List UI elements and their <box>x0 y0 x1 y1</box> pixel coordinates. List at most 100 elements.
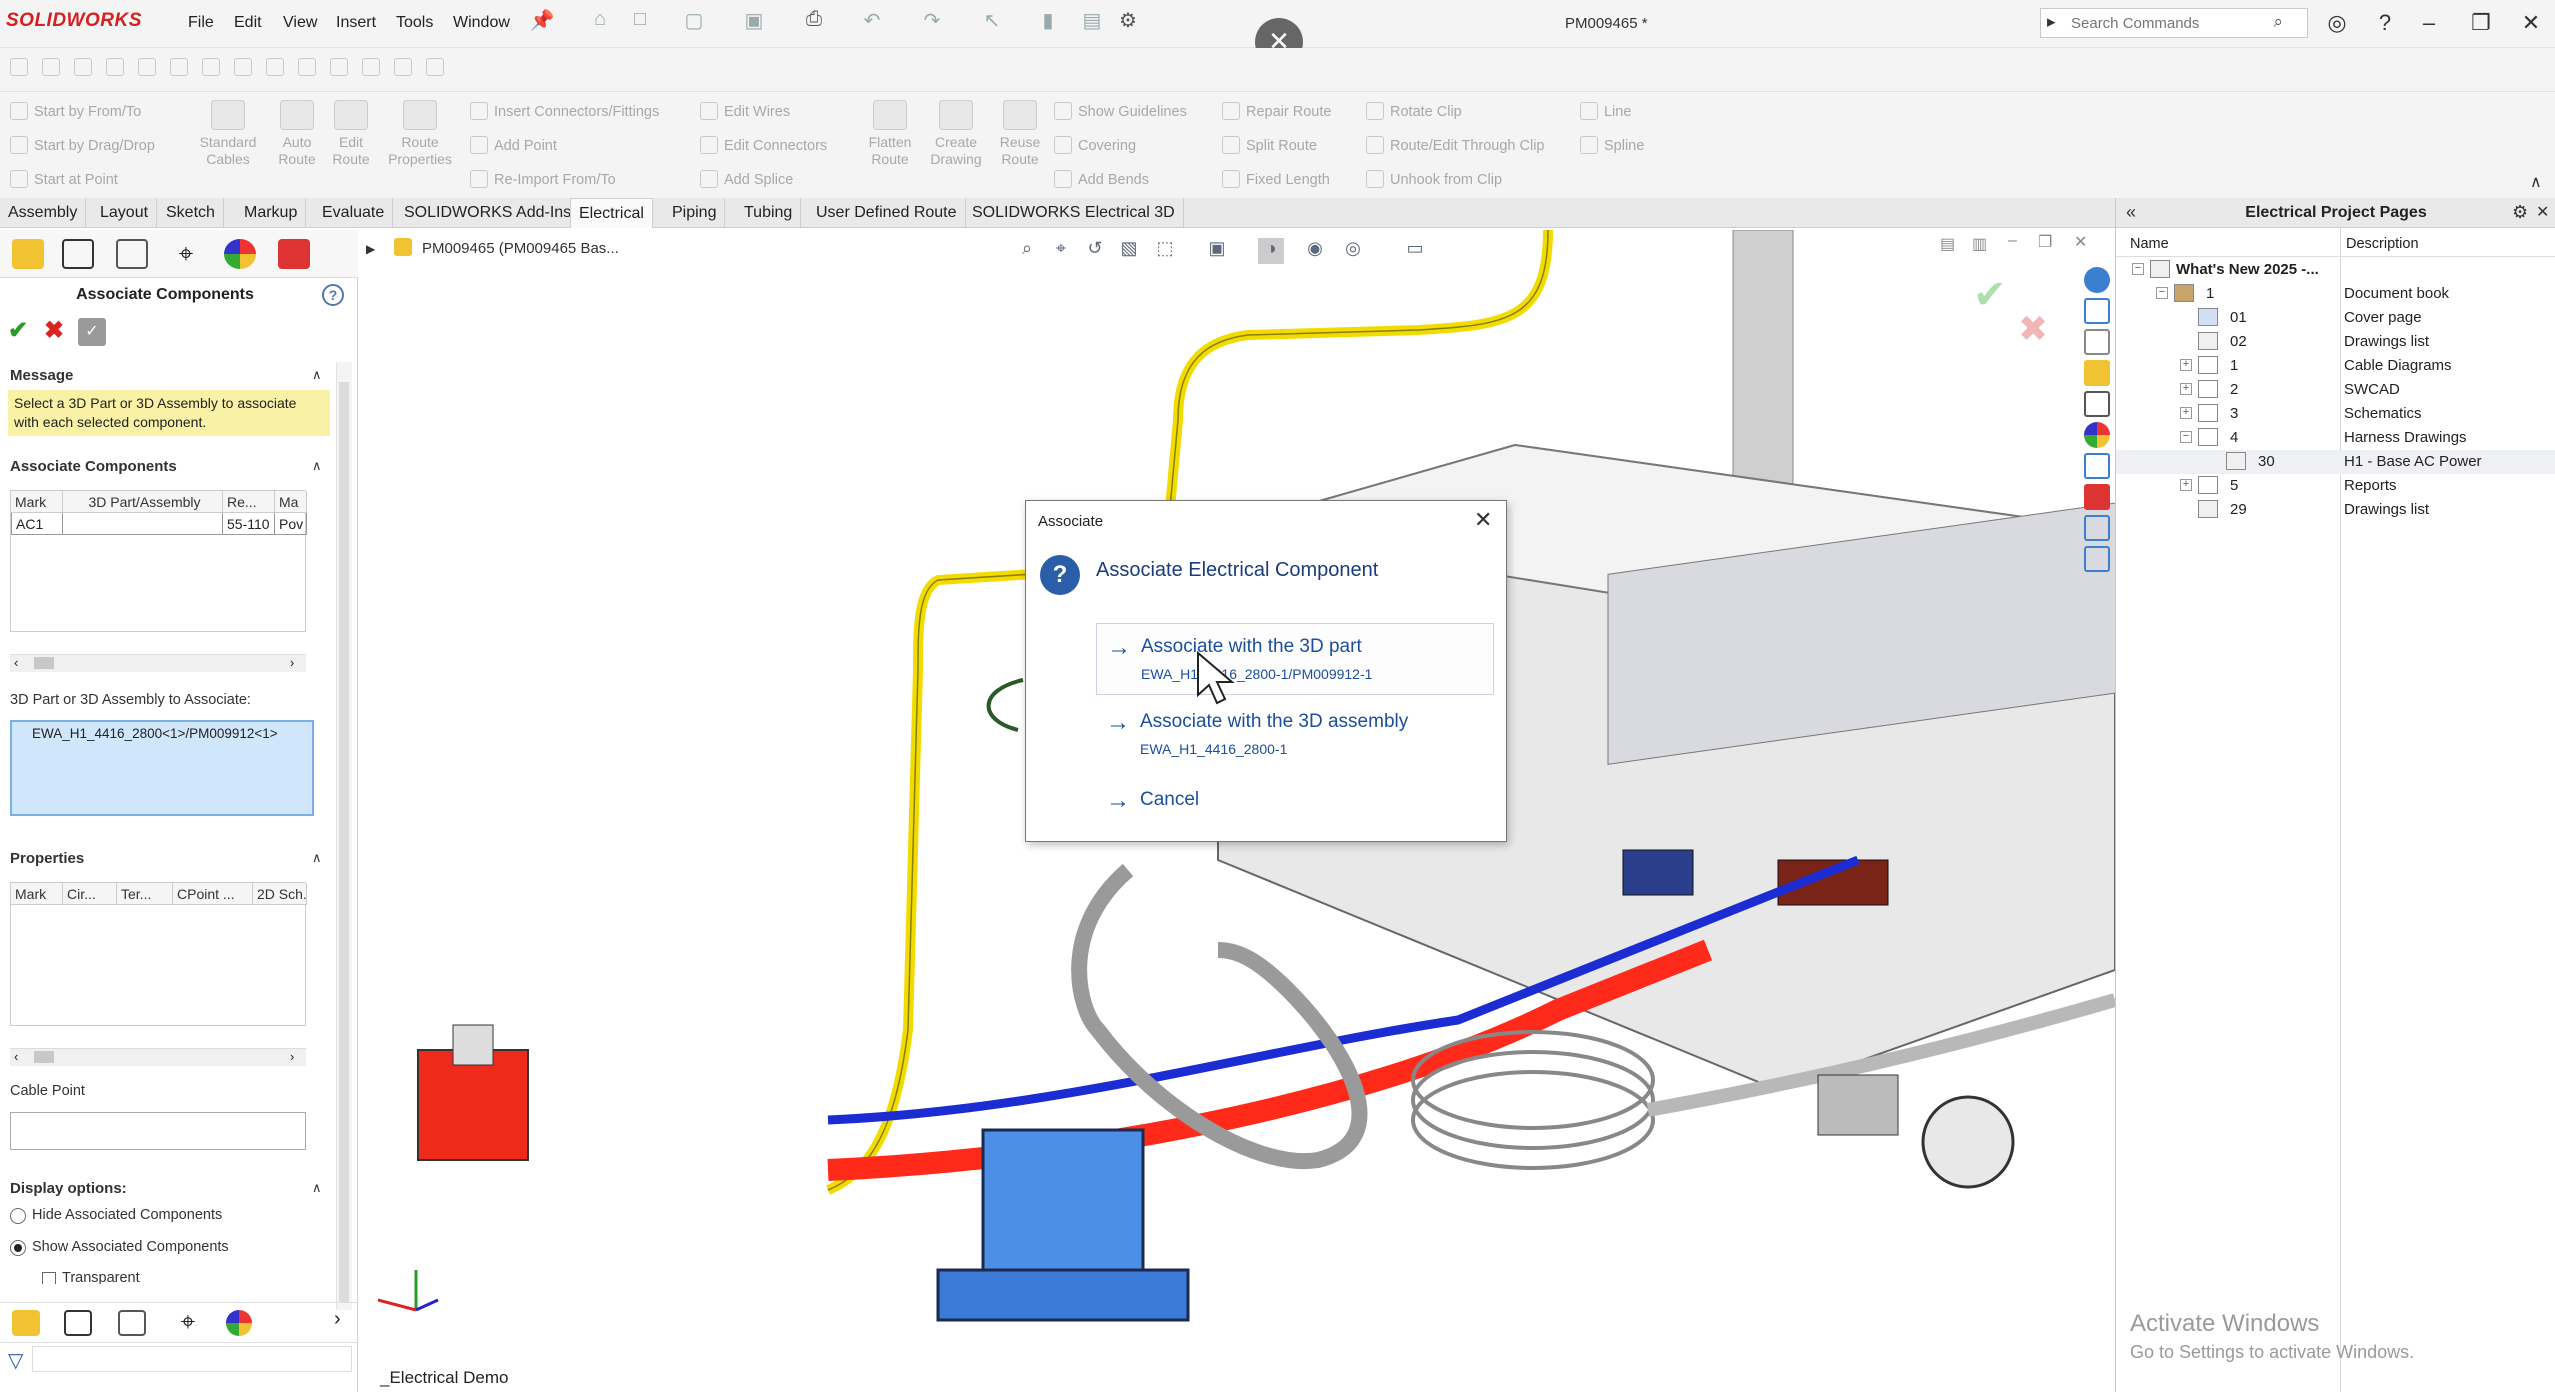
cmd-icon[interactable] <box>362 58 380 76</box>
view-palette-icon[interactable] <box>2084 391 2110 417</box>
tab-solidworks-add-ins[interactable]: SOLIDWORKS Add-Ins <box>396 198 581 228</box>
tab-solidworks-electrical-3d[interactable]: SOLIDWORKS Electrical 3D <box>964 198 1184 228</box>
display-style-icon[interactable]: ▣ <box>1204 238 1230 264</box>
search-input[interactable] <box>2071 13 2271 33</box>
cancel-x-icon[interactable]: ✖ <box>44 316 64 345</box>
rotate-clip-button[interactable]: Rotate Clip <box>1366 102 1462 120</box>
col-terminal[interactable]: Ter... <box>117 883 173 905</box>
cmd-icon[interactable] <box>426 58 444 76</box>
tab-evaluate[interactable]: Evaluate <box>314 198 394 228</box>
cmd-icon[interactable] <box>10 58 28 76</box>
start-by-from-to-button[interactable]: Start by From/To <box>10 102 141 120</box>
transparent-label[interactable]: Transparent <box>62 1270 140 1284</box>
unhook-from-clip-button[interactable]: Unhook from Clip <box>1366 170 1502 188</box>
add-splice-button[interactable]: Add Splice <box>700 170 793 188</box>
appearances-icon[interactable] <box>2084 422 2110 448</box>
home-icon[interactable] <box>2084 298 2110 324</box>
confirm-corner-cancel-icon[interactable]: ✖ <box>2018 308 2048 350</box>
menu-insert[interactable]: Insert <box>336 14 376 32</box>
close-view-icon[interactable]: ✕ <box>2074 232 2087 252</box>
tab-layout[interactable]: Layout <box>92 198 158 228</box>
view-settings-icon[interactable]: ▭ <box>1402 238 1428 264</box>
start-at-point-button[interactable]: Start at Point <box>10 170 118 188</box>
property-manager-icon[interactable] <box>116 239 148 269</box>
minimize-view-icon[interactable]: – <box>2008 232 2017 250</box>
electrical-manager-icon[interactable] <box>12 1310 40 1336</box>
col-name-header[interactable]: Name <box>2130 236 2169 252</box>
transparent-checkbox[interactable] <box>42 1272 56 1284</box>
tree-item-page[interactable]: 02 Drawings list <box>2116 330 2555 354</box>
flatten-route-button[interactable]: Flatten Route <box>862 100 918 168</box>
edit-route-button[interactable]: Edit Route <box>326 100 376 168</box>
auto-route-button[interactable]: Auto Route <box>270 100 324 168</box>
feature-tree-breadcrumb[interactable]: PM009465 (PM009465 Bas... <box>422 240 619 257</box>
cmd-icon[interactable] <box>234 58 252 76</box>
cmd-icon[interactable] <box>106 58 124 76</box>
transparent-option[interactable]: Transparent <box>42 1270 342 1284</box>
cmd-icon[interactable] <box>298 58 316 76</box>
tree-item-folder[interactable]: + 1 Cable Diagrams <box>2116 354 2555 378</box>
col-mark[interactable]: Mark <box>11 883 63 905</box>
ok-check-icon[interactable]: ✔ <box>8 316 28 345</box>
route-properties-button[interactable]: Route Properties <box>382 100 458 168</box>
hide-associated-radio[interactable] <box>10 1208 26 1224</box>
scroll-thumb[interactable] <box>34 1051 54 1063</box>
zoom-to-fit-icon[interactable]: ⌕ <box>1014 238 1040 264</box>
more-tabs-arrow-icon[interactable]: › <box>334 1308 341 1331</box>
collapse-toggle-icon[interactable]: − <box>2180 431 2192 443</box>
show-guidelines-button[interactable]: Show Guidelines <box>1054 102 1187 120</box>
previous-view-icon[interactable]: ↺ <box>1082 238 1108 264</box>
open-icon[interactable]: ▢ <box>680 8 708 38</box>
electrical-3d-icon[interactable] <box>278 239 310 269</box>
feature-manager-icon[interactable] <box>62 239 94 269</box>
view-orientation-icon[interactable]: ⬚ <box>1152 238 1178 264</box>
keep-visible-pin-icon[interactable]: ✓ <box>78 318 106 346</box>
hide-show-items-icon[interactable]: ◑ <box>1258 238 1284 264</box>
line-button[interactable]: Line <box>1580 102 1631 120</box>
select-icon[interactable]: ↖ <box>978 8 1006 38</box>
dialog-close-icon[interactable]: ✕ <box>1474 507 1492 533</box>
col-re[interactable]: Re... <box>223 491 275 513</box>
show-associated-label[interactable]: Show Associated Components <box>32 1239 229 1255</box>
expand-toggle-icon[interactable]: + <box>2180 359 2192 371</box>
terminal-block[interactable] <box>1622 849 1694 896</box>
electrical-project-icon[interactable] <box>2084 484 2110 510</box>
custom-properties-icon[interactable] <box>2084 453 2110 479</box>
hide-associated-label[interactable]: Hide Associated Components <box>32 1207 222 1223</box>
cmd-icon[interactable] <box>138 58 156 76</box>
design-library-icon[interactable] <box>2084 329 2110 355</box>
confirm-corner-check-icon[interactable]: ✔ <box>1973 272 2007 318</box>
reuse-route-button[interactable]: Reuse Route <box>992 100 1048 168</box>
redo-icon[interactable]: ↷ <box>918 8 946 38</box>
tab-tubing[interactable]: Tubing <box>736 198 802 228</box>
collapse-associate-icon[interactable]: ∧ <box>312 458 322 474</box>
left-red-device[interactable] <box>417 1049 529 1161</box>
maximize-view-icon[interactable]: ❐ <box>2038 232 2052 252</box>
selected-part[interactable]: EWA_H1_4416_2800<1>/PM009912<1> <box>32 726 312 741</box>
save-icon[interactable]: ▣ <box>740 8 768 38</box>
col-3d-part[interactable]: 3D Part/Assembly <box>63 491 223 513</box>
menu-file[interactable]: File <box>188 14 214 32</box>
scroll-left-icon[interactable]: ‹ <box>14 1049 18 1064</box>
cmd-icon[interactable] <box>330 58 348 76</box>
print-icon[interactable]: ⎙ <box>800 8 828 38</box>
start-by-drag-drop-button[interactable]: Start by Drag/Drop <box>10 136 155 154</box>
tree-item-project[interactable]: − What's New 2025 -... <box>2116 258 2555 282</box>
network-icon[interactable] <box>2084 546 2110 572</box>
help-circle-icon[interactable]: ? <box>322 284 344 306</box>
tree-item-folder[interactable]: + 5 Reports <box>2116 474 2555 498</box>
rebuild-icon[interactable]: ▮ <box>1034 8 1062 38</box>
col-mark[interactable]: Mark <box>11 491 63 513</box>
tab-piping[interactable]: Piping <box>664 198 726 228</box>
standard-cables-button[interactable]: Standard Cables <box>196 100 260 168</box>
collapse-toggle-icon[interactable]: − <box>2156 287 2168 299</box>
tree-item-book[interactable]: − 1 Document book <box>2116 282 2555 306</box>
settings-gear-icon[interactable]: ⚙ <box>2512 202 2528 223</box>
tree-item-folder[interactable]: + 3 Schematics <box>2116 402 2555 426</box>
menu-tools[interactable]: Tools <box>396 14 433 32</box>
close-window-icon[interactable]: ✕ <box>2516 10 2546 36</box>
properties-hscrollbar[interactable]: ‹ › <box>10 1048 306 1066</box>
tab-assembly[interactable]: Assembly <box>0 198 87 228</box>
expand-toggle-icon[interactable]: + <box>2180 383 2192 395</box>
collapse-ribbon-icon[interactable]: ∧ <box>2530 172 2542 192</box>
